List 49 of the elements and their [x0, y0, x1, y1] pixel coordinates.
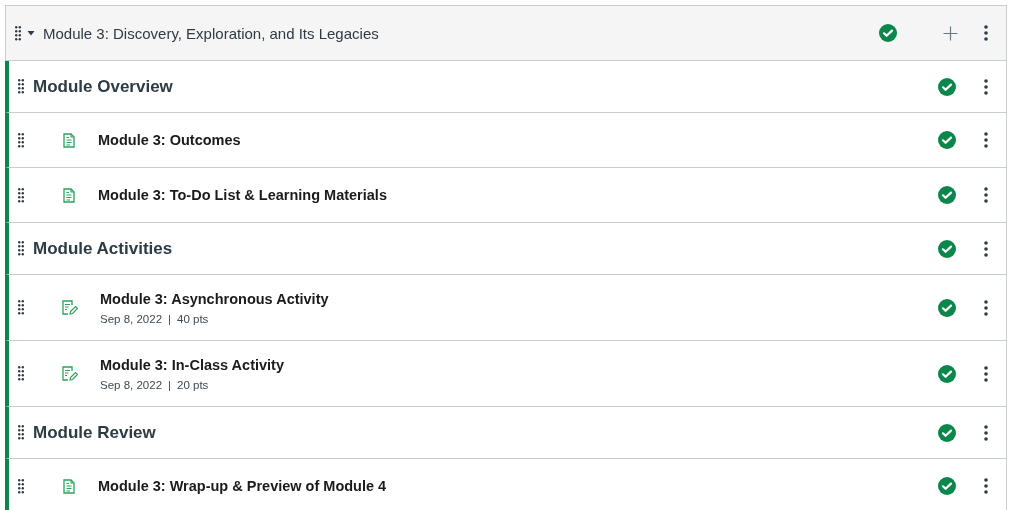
more-options-icon[interactable]: [984, 240, 988, 257]
separator: |: [168, 313, 172, 325]
section-heading: Module Overview: [33, 76, 173, 97]
add-icon[interactable]: [943, 25, 958, 41]
more-options-icon[interactable]: [984, 299, 988, 316]
document-pencil-icon: [62, 300, 78, 315]
drag-handle-icon[interactable]: [18, 187, 24, 203]
published-check-icon[interactable]: [938, 131, 956, 149]
points: 40 pts: [177, 313, 209, 325]
drag-handle-icon[interactable]: [15, 25, 21, 41]
document-icon: [62, 187, 76, 203]
drag-handle-icon[interactable]: [18, 425, 24, 440]
collapse-caret-icon[interactable]: [27, 29, 35, 37]
more-options-icon[interactable]: [984, 78, 988, 95]
item-link[interactable]: Module 3: To-Do List & Learning Materials: [98, 187, 387, 203]
published-check-icon[interactable]: [938, 239, 956, 258]
item-link[interactable]: Module 3: Wrap-up & Preview of Module 4: [98, 478, 387, 494]
module-title: Module 3: Discovery, Exploration, and Its Legacies: [43, 24, 380, 42]
drag-handle-icon[interactable]: [18, 79, 24, 94]
due-date: Sep 8, 2022: [100, 313, 163, 325]
more-options-icon[interactable]: [984, 478, 988, 494]
drag-handle-icon[interactable]: [18, 132, 24, 148]
published-check-icon[interactable]: [879, 24, 897, 42]
published-check-icon[interactable]: [938, 77, 956, 96]
more-options-icon[interactable]: [984, 25, 988, 41]
document-pencil-icon: [62, 366, 78, 381]
section-heading: Module Review: [33, 422, 156, 443]
published-check-icon[interactable]: [938, 298, 956, 317]
more-options-icon[interactable]: [984, 424, 988, 441]
published-check-icon[interactable]: [938, 423, 956, 442]
published-check-icon[interactable]: [938, 186, 956, 204]
separator: |: [168, 379, 172, 391]
more-options-icon[interactable]: [984, 132, 988, 148]
published-check-icon[interactable]: [938, 364, 956, 383]
points: 20 pts: [177, 379, 209, 391]
item-link[interactable]: Module 3: Outcomes: [98, 132, 241, 148]
published-check-icon[interactable]: [938, 477, 956, 495]
drag-handle-icon[interactable]: [18, 241, 24, 256]
document-icon: [62, 478, 76, 494]
due-date: Sep 8, 2022: [100, 379, 163, 391]
drag-handle-icon[interactable]: [18, 366, 24, 381]
more-options-icon[interactable]: [984, 187, 988, 203]
drag-handle-icon[interactable]: [18, 300, 24, 315]
more-options-icon[interactable]: [984, 365, 988, 382]
item-link[interactable]: Module 3: Asynchronous Activity: [100, 291, 329, 307]
section-heading: Module Activities: [33, 238, 173, 259]
item-link[interactable]: Module 3: In-Class Activity: [100, 357, 284, 373]
drag-handle-icon[interactable]: [18, 478, 24, 494]
document-icon: [62, 132, 76, 148]
